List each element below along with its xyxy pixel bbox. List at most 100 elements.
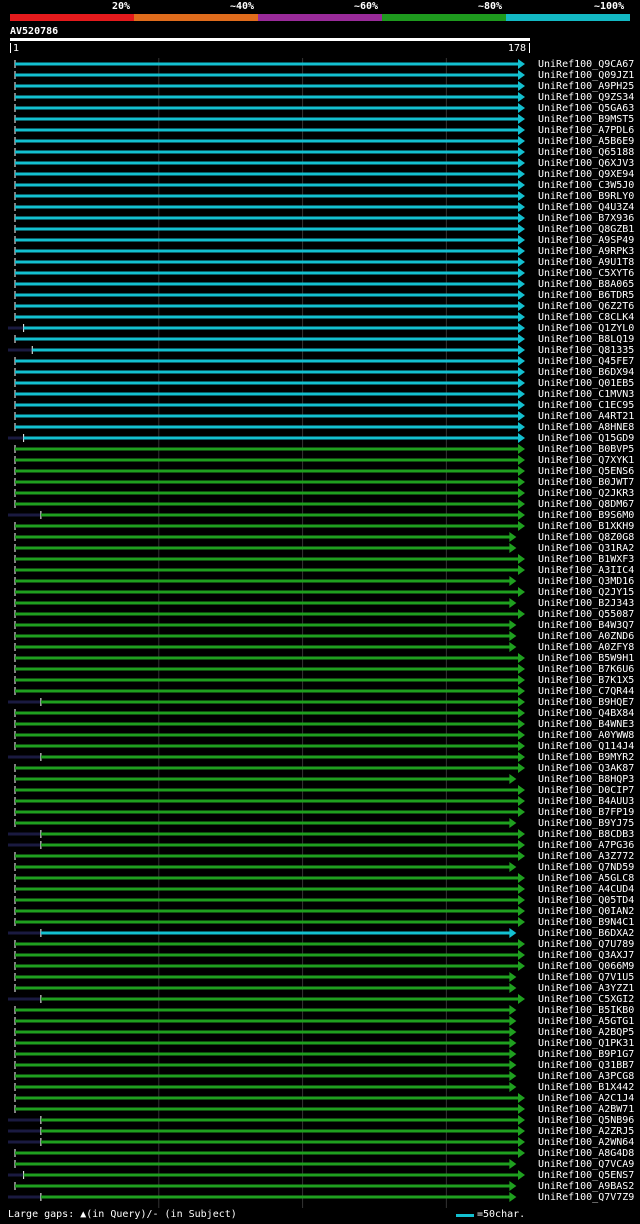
hit-label[interactable]: UniRef100_A0YWW8 <box>538 730 634 741</box>
hit-label[interactable]: UniRef100_B1WXF3 <box>538 554 634 565</box>
hit-label[interactable]: UniRef100_B7K6U6 <box>538 664 634 675</box>
hit-label[interactable]: UniRef100_C7QR44 <box>538 686 634 697</box>
hit-label[interactable]: UniRef100_A9U1T8 <box>538 257 634 268</box>
hit-label[interactable]: UniRef100_Q8Z0G8 <box>538 532 634 543</box>
hit-label[interactable]: UniRef100_Q5ENS6 <box>538 466 634 477</box>
hit-label[interactable]: UniRef100_Q31BB7 <box>538 1060 634 1071</box>
hit-label[interactable]: UniRef100_B9P1G7 <box>538 1049 634 1060</box>
hit-label[interactable]: UniRef100_Q3AK87 <box>538 763 634 774</box>
hit-label[interactable]: UniRef100_B6DX94 <box>538 367 634 378</box>
hit-label[interactable]: UniRef100_B9YJ75 <box>538 818 634 829</box>
hit-label[interactable]: UniRef100_B1X442 <box>538 1082 634 1093</box>
hit-label[interactable]: UniRef100_B8LQ19 <box>538 334 634 345</box>
hit-label[interactable]: UniRef100_Q1PK31 <box>538 1038 634 1049</box>
hit-label[interactable]: UniRef100_B6DXA2 <box>538 928 634 939</box>
hit-label[interactable]: UniRef100_B4W3Q7 <box>538 620 634 631</box>
hit-label[interactable]: UniRef100_C8CLK4 <box>538 312 634 323</box>
hit-label[interactable]: UniRef100_Q8DM67 <box>538 499 634 510</box>
hit-label[interactable]: UniRef100_Q3MD16 <box>538 576 634 587</box>
hit-label[interactable]: UniRef100_Q5ENS7 <box>538 1170 634 1181</box>
hit-label[interactable]: UniRef100_C5XGI2 <box>538 994 634 1005</box>
hit-label[interactable]: UniRef100_A9SP49 <box>538 235 634 246</box>
hit-label[interactable]: UniRef100_B4AUU3 <box>538 796 634 807</box>
hit-label[interactable]: UniRef100_B1XKH9 <box>538 521 634 532</box>
hit-label[interactable]: UniRef100_Q55087 <box>538 609 634 620</box>
hit-label[interactable]: UniRef100_B8HQP3 <box>538 774 634 785</box>
hit-label[interactable]: UniRef100_A4CUD4 <box>538 884 634 895</box>
hit-label[interactable]: UniRef100_Q09JZ1 <box>538 70 634 81</box>
hit-label[interactable]: UniRef100_B5IKB0 <box>538 1005 634 1016</box>
hit-label[interactable]: UniRef100_Q5NB96 <box>538 1115 634 1126</box>
hit-label[interactable]: UniRef100_Q4U3Z4 <box>538 202 634 213</box>
hit-label[interactable]: UniRef100_Q066M9 <box>538 961 634 972</box>
hit-label[interactable]: UniRef100_Q6XJV3 <box>538 158 634 169</box>
hit-label[interactable]: UniRef100_Q7ND59 <box>538 862 634 873</box>
hit-label[interactable]: UniRef100_B2J343 <box>538 598 634 609</box>
hit-label[interactable]: UniRef100_Q45FE7 <box>538 356 634 367</box>
hit-label[interactable]: UniRef100_Q01EB5 <box>538 378 634 389</box>
hit-label[interactable]: UniRef100_A2WN64 <box>538 1137 634 1148</box>
hit-label[interactable]: UniRef100_Q05TD4 <box>538 895 634 906</box>
hit-label[interactable]: UniRef100_B7K1X5 <box>538 675 634 686</box>
hit-label[interactable]: UniRef100_C1MVN3 <box>538 389 634 400</box>
hit-label[interactable]: UniRef100_Q9ZS34 <box>538 92 634 103</box>
hit-label[interactable]: UniRef100_A5GLC8 <box>538 873 634 884</box>
hit-label[interactable]: UniRef100_B8A065 <box>538 279 634 290</box>
hit-label[interactable]: UniRef100_B9HQE7 <box>538 697 634 708</box>
hit-label[interactable]: UniRef100_B9MST5 <box>538 114 634 125</box>
hit-label[interactable]: UniRef100_Q0IAN2 <box>538 906 634 917</box>
hit-label[interactable]: UniRef100_B8CDB3 <box>538 829 634 840</box>
hit-label[interactable]: UniRef100_A3IIC4 <box>538 565 634 576</box>
hit-label[interactable]: UniRef100_Q31RA2 <box>538 543 634 554</box>
hit-label[interactable]: UniRef100_B0BVP5 <box>538 444 634 455</box>
hit-label[interactable]: UniRef100_A8G4D8 <box>538 1148 634 1159</box>
hit-label[interactable]: UniRef100_B7FP19 <box>538 807 634 818</box>
hit-label[interactable]: UniRef100_A8HNE8 <box>538 422 634 433</box>
hit-label[interactable]: UniRef100_C3W5J0 <box>538 180 634 191</box>
hit-label[interactable]: UniRef100_Q2JKR3 <box>538 488 634 499</box>
hit-label[interactable]: UniRef100_Q5GA63 <box>538 103 634 114</box>
hit-label[interactable]: UniRef100_A0ZFY8 <box>538 642 634 653</box>
hit-label[interactable]: UniRef100_B9MYR2 <box>538 752 634 763</box>
hit-label[interactable]: UniRef100_A0ZND6 <box>538 631 634 642</box>
hit-label[interactable]: UniRef100_A5GTG1 <box>538 1016 634 1027</box>
hit-label[interactable]: UniRef100_A2BQP5 <box>538 1027 634 1038</box>
hit-label[interactable]: UniRef100_Q7V7Z9 <box>538 1192 634 1203</box>
hit-label[interactable]: UniRef100_B4WNE3 <box>538 719 634 730</box>
hit-label[interactable]: UniRef100_C5XYT6 <box>538 268 634 279</box>
hit-label[interactable]: UniRef100_A2C1J4 <box>538 1093 634 1104</box>
hit-label[interactable]: UniRef100_A7PDL6 <box>538 125 634 136</box>
hit-label[interactable]: UniRef100_A5B6E9 <box>538 136 634 147</box>
hit-label[interactable]: UniRef100_Q7VCA9 <box>538 1159 634 1170</box>
hit-label[interactable]: UniRef100_Q7U789 <box>538 939 634 950</box>
hit-label[interactable]: UniRef100_B6TDR5 <box>538 290 634 301</box>
hit-label[interactable]: UniRef100_Q65188 <box>538 147 634 158</box>
hit-label[interactable]: UniRef100_Q9CA67 <box>538 59 634 70</box>
hit-label[interactable]: UniRef100_B9S6M0 <box>538 510 634 521</box>
hit-label[interactable]: UniRef100_Q81335 <box>538 345 634 356</box>
hit-label[interactable]: UniRef100_A2ZRJ5 <box>538 1126 634 1137</box>
hit-label[interactable]: UniRef100_Q15GD9 <box>538 433 634 444</box>
hit-label[interactable]: UniRef100_Q9XE94 <box>538 169 634 180</box>
hit-label[interactable]: UniRef100_A3PCG8 <box>538 1071 634 1082</box>
hit-label[interactable]: UniRef100_Q114J4 <box>538 741 634 752</box>
hit-label[interactable]: UniRef100_Q4BX84 <box>538 708 634 719</box>
hit-label[interactable]: UniRef100_C1EC95 <box>538 400 634 411</box>
hit-label[interactable]: UniRef100_B5W9H1 <box>538 653 634 664</box>
hit-label[interactable]: UniRef100_D0CIP7 <box>538 785 634 796</box>
hit-label[interactable]: UniRef100_B9N4C1 <box>538 917 634 928</box>
hit-label[interactable]: UniRef100_Q7V1U5 <box>538 972 634 983</box>
hit-label[interactable]: UniRef100_Q6Z2T6 <box>538 301 634 312</box>
hit-label[interactable]: UniRef100_Q7XYK1 <box>538 455 634 466</box>
hit-label[interactable]: UniRef100_Q3AXJ7 <box>538 950 634 961</box>
hit-label[interactable]: UniRef100_A9BAS2 <box>538 1181 634 1192</box>
hit-label[interactable]: UniRef100_A7PG36 <box>538 840 634 851</box>
hit-label[interactable]: UniRef100_Q2JY15 <box>538 587 634 598</box>
hit-label[interactable]: UniRef100_B9RLY0 <box>538 191 634 202</box>
hit-label[interactable]: UniRef100_A3YZZ1 <box>538 983 634 994</box>
hit-label[interactable]: UniRef100_A4RT21 <box>538 411 634 422</box>
hit-label[interactable]: UniRef100_Q8GZB1 <box>538 224 634 235</box>
hit-label[interactable]: UniRef100_A9PH25 <box>538 81 634 92</box>
hit-label[interactable]: UniRef100_B0JWT7 <box>538 477 634 488</box>
hit-label[interactable]: UniRef100_Q1ZYL0 <box>538 323 634 334</box>
